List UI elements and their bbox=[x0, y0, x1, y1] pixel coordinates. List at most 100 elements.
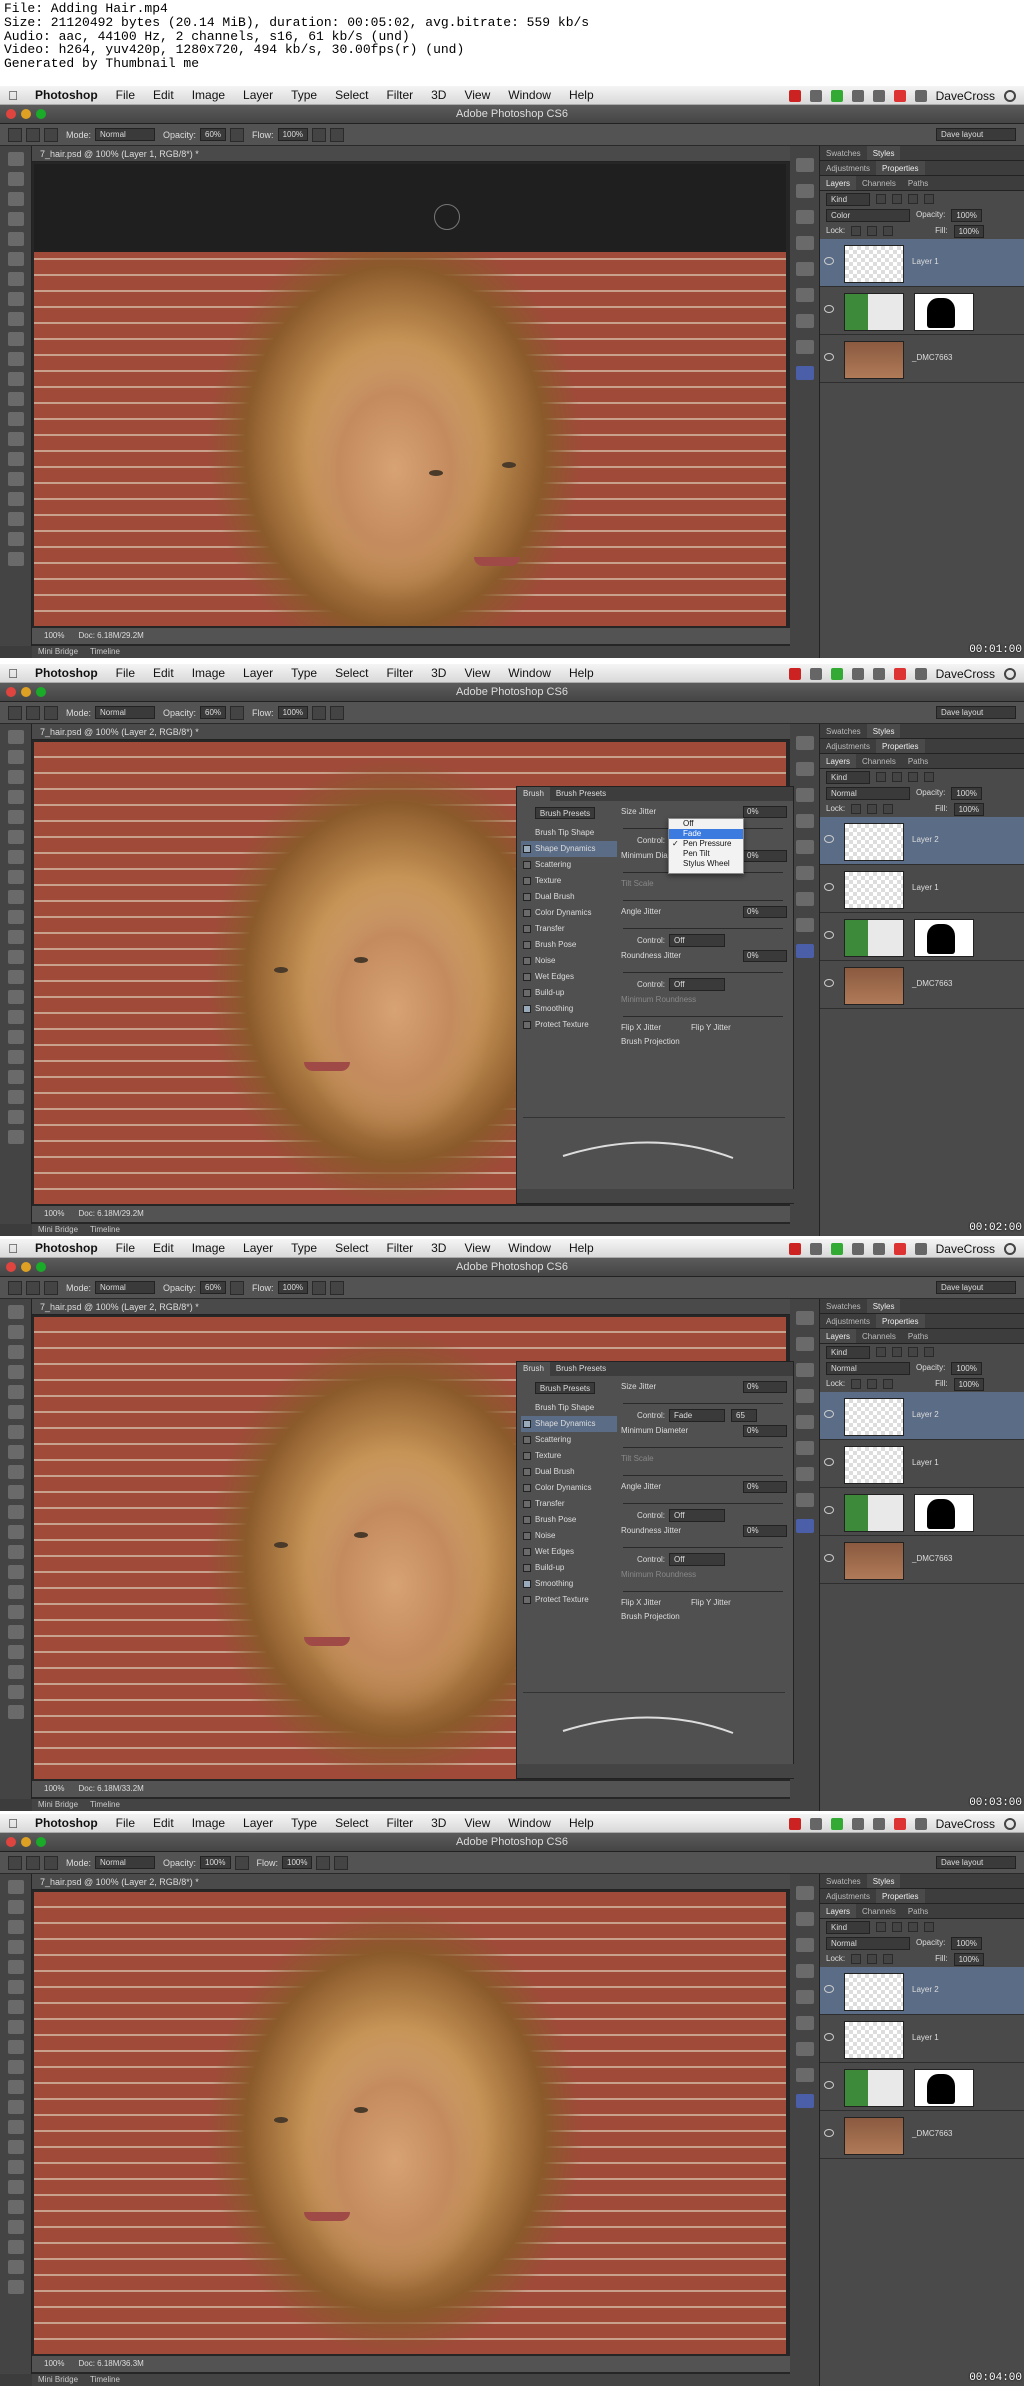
brush-option-item[interactable]: Protect Texture bbox=[521, 1592, 617, 1608]
blend-mode-select[interactable]: Normal bbox=[826, 1936, 910, 1950]
shape-tool-icon[interactable] bbox=[8, 2220, 24, 2234]
airbrush-icon[interactable] bbox=[312, 705, 327, 720]
tab-timeline[interactable]: Timeline bbox=[90, 2374, 120, 2386]
zoom-icon[interactable] bbox=[36, 1837, 46, 1847]
marquee-tool-icon[interactable] bbox=[8, 1900, 24, 1914]
brush-icon[interactable] bbox=[796, 1415, 814, 1429]
zoom-icon[interactable] bbox=[36, 687, 46, 697]
checkbox[interactable] bbox=[523, 1532, 531, 1540]
lock-position-icon[interactable] bbox=[867, 1954, 878, 1964]
paragraph-icon[interactable] bbox=[796, 1964, 814, 1978]
menu-filter[interactable]: Filter bbox=[377, 1241, 422, 1255]
tab-paths[interactable]: Paths bbox=[902, 176, 934, 190]
path-select-tool-icon[interactable] bbox=[8, 472, 24, 486]
roundness-jitter-value[interactable]: 0% bbox=[743, 950, 787, 962]
paragraph-icon[interactable] bbox=[796, 1389, 814, 1403]
brush-option-item[interactable]: Scattering bbox=[521, 857, 617, 873]
pressure-size-icon[interactable] bbox=[334, 1855, 349, 1870]
paragraph-icon[interactable] bbox=[796, 236, 814, 250]
menu-view[interactable]: View bbox=[455, 88, 499, 102]
apple-icon[interactable]:  bbox=[0, 88, 26, 103]
brush-option-item[interactable]: Build-up bbox=[521, 1560, 617, 1576]
volume-icon[interactable] bbox=[872, 89, 885, 102]
play-icon[interactable] bbox=[796, 184, 814, 198]
workspace-select[interactable]: Dave layout bbox=[936, 128, 1016, 141]
apple-icon[interactable]:  bbox=[0, 666, 26, 681]
menu-app[interactable]: Photoshop bbox=[26, 1816, 107, 1830]
menu-layer[interactable]: Layer bbox=[234, 1816, 282, 1830]
lock-pixels-icon[interactable] bbox=[851, 226, 862, 236]
kind-filter[interactable]: Kind bbox=[826, 1345, 870, 1359]
adjustment-filter-icon[interactable] bbox=[892, 1922, 902, 1932]
lasso-tool-icon[interactable] bbox=[8, 1920, 24, 1934]
angle-jitter-slider[interactable] bbox=[623, 1496, 783, 1504]
crop-tool-icon[interactable] bbox=[8, 810, 24, 824]
checkbox[interactable] bbox=[523, 877, 531, 885]
brush-panel-toggle-icon[interactable] bbox=[44, 705, 58, 720]
dropdown-item[interactable]: ✓ Pen Pressure bbox=[669, 839, 743, 849]
play-icon[interactable] bbox=[796, 762, 814, 776]
angle-jitter-slider[interactable] bbox=[623, 921, 783, 929]
brush-option-item[interactable]: Dual Brush bbox=[521, 889, 617, 905]
brush-icon[interactable] bbox=[796, 1990, 814, 2004]
layer-opacity-field[interactable]: 100% bbox=[951, 1936, 982, 1950]
menu-help[interactable]: Help bbox=[560, 666, 603, 680]
shape-filter-icon[interactable] bbox=[924, 1922, 934, 1932]
layer-thumbnail[interactable] bbox=[844, 1398, 904, 1436]
menu-edit[interactable]: Edit bbox=[144, 1241, 183, 1255]
menu-3d[interactable]: 3D bbox=[422, 88, 455, 102]
layer-opacity-field[interactable]: 100% bbox=[951, 786, 982, 800]
tab-brush-presets[interactable]: Brush Presets bbox=[550, 787, 612, 801]
dropdown-item[interactable]: Fade bbox=[669, 829, 743, 839]
menu-image[interactable]: Image bbox=[183, 1816, 234, 1830]
layer-mask[interactable] bbox=[914, 293, 974, 331]
tab-mini-bridge[interactable]: Mini Bridge bbox=[38, 646, 78, 658]
layer-thumbnail[interactable] bbox=[844, 967, 904, 1005]
flow-field[interactable]: 100% bbox=[277, 706, 309, 719]
search-icon[interactable] bbox=[1004, 1817, 1016, 1830]
type-tool-icon[interactable] bbox=[8, 2180, 24, 2194]
checkbox[interactable] bbox=[523, 1580, 531, 1588]
brush-option-item[interactable]: Smoothing bbox=[521, 1001, 617, 1017]
healing-tool-icon[interactable] bbox=[8, 1425, 24, 1439]
tab-styles[interactable]: Styles bbox=[866, 1299, 901, 1313]
play-icon[interactable] bbox=[796, 1912, 814, 1926]
crop-tool-icon[interactable] bbox=[8, 232, 24, 246]
eye-icon[interactable] bbox=[824, 931, 834, 939]
layer-thumbnail[interactable] bbox=[844, 1494, 904, 1532]
eraser-tool-icon[interactable] bbox=[8, 2080, 24, 2094]
lock-position-icon[interactable] bbox=[867, 226, 878, 236]
layer-name[interactable]: _DMC7663 bbox=[912, 1554, 952, 1563]
lock-pixels-icon[interactable] bbox=[851, 804, 862, 814]
shape-tool-icon[interactable] bbox=[8, 492, 24, 506]
angle-jitter-value[interactable]: 0% bbox=[743, 906, 787, 918]
zoom-level[interactable]: 100% bbox=[44, 1781, 64, 1797]
menu-image[interactable]: Image bbox=[183, 1241, 234, 1255]
brush-option-item[interactable]: Brush Tip Shape bbox=[521, 1400, 617, 1416]
tab-properties[interactable]: Properties bbox=[876, 1314, 925, 1328]
adjustment-filter-icon[interactable] bbox=[892, 194, 902, 204]
checkbox[interactable] bbox=[523, 1484, 531, 1492]
checkbox[interactable] bbox=[523, 957, 531, 965]
sync-icon[interactable] bbox=[830, 1817, 843, 1830]
hand-tool-icon[interactable] bbox=[8, 512, 24, 526]
workspace-select[interactable]: Dave layout bbox=[936, 1281, 1016, 1294]
layer-name[interactable]: Layer 1 bbox=[912, 257, 939, 266]
eyedropper-tool-icon[interactable] bbox=[8, 1980, 24, 1994]
adjustment-filter-icon[interactable] bbox=[892, 772, 902, 782]
checkbox[interactable] bbox=[523, 1516, 531, 1524]
checkbox[interactable] bbox=[523, 925, 531, 933]
size-jitter-value[interactable]: 0% bbox=[743, 806, 787, 818]
tab-layers[interactable]: Layers bbox=[820, 1904, 857, 1918]
layer-row[interactable]: _DMC7663 bbox=[820, 2111, 1024, 2159]
layer-mask[interactable] bbox=[914, 2069, 974, 2107]
blur-tool-icon[interactable] bbox=[8, 1545, 24, 1559]
kind-filter[interactable]: Kind bbox=[826, 192, 870, 206]
brush-tool-icon[interactable] bbox=[8, 292, 24, 306]
brush-option-item[interactable]: Texture bbox=[521, 1448, 617, 1464]
display-icon[interactable] bbox=[914, 1242, 927, 1255]
eyedropper-tool-icon[interactable] bbox=[8, 252, 24, 266]
roundness-jitter-slider[interactable] bbox=[623, 1540, 783, 1548]
crop-tool-icon[interactable] bbox=[8, 1385, 24, 1399]
layer-thumbnail[interactable] bbox=[844, 293, 904, 331]
